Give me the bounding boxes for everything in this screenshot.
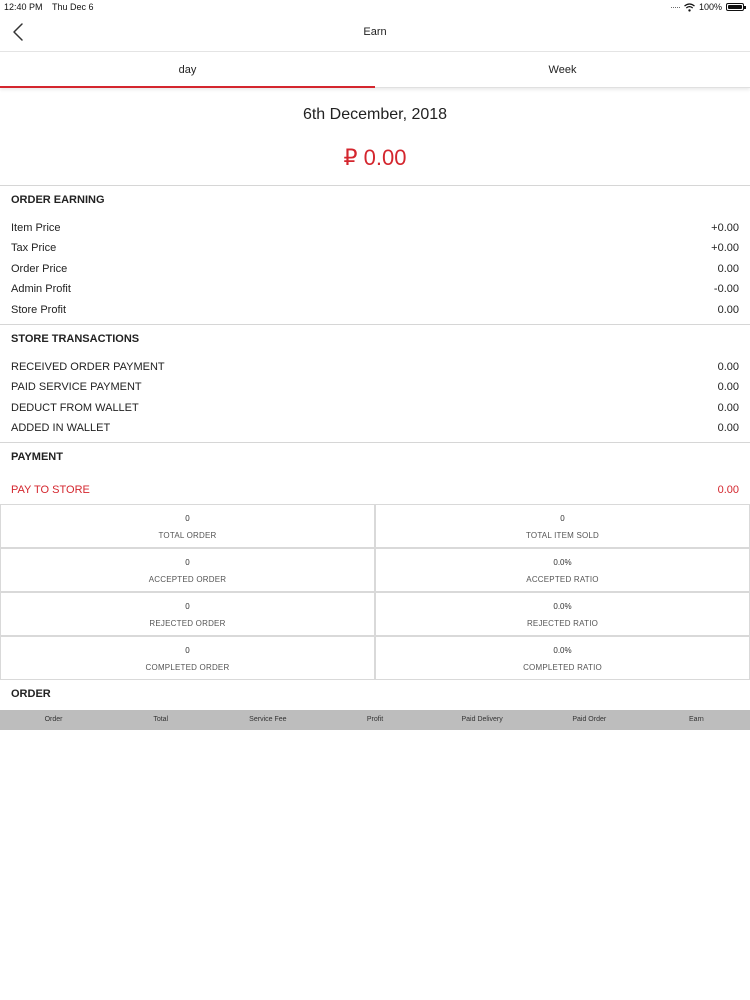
- row-added-in-wallet: ADDED IN WALLET 0.00: [0, 422, 750, 442]
- column-header-total: Total: [153, 716, 169, 723]
- stat-value: 0.0%: [553, 558, 572, 567]
- row-order-price: Order Price 0.00: [0, 263, 750, 283]
- row-store-profit: Store Profit 0.00: [0, 304, 750, 324]
- status-date: Thu Dec 6: [52, 2, 94, 12]
- column-header-service-fee: Service Fee: [249, 716, 287, 723]
- row-label: Order Price: [11, 263, 68, 275]
- stat-label: TOTAL ITEM SOLD: [525, 531, 600, 540]
- row-pay-to-store: PAY TO STORE 0.00: [0, 484, 750, 504]
- stat-value: 0.0%: [553, 602, 572, 611]
- row-value: 0.00: [717, 381, 739, 393]
- stat-label: TOTAL ORDER: [158, 531, 217, 540]
- status-time: 12:40 PM: [4, 2, 43, 12]
- section-title-order-earning: ORDER EARNING: [11, 194, 105, 206]
- stat-label: REJECTED ORDER: [149, 619, 226, 628]
- column-header-order: Order: [44, 716, 63, 723]
- row-value: 0.00: [717, 361, 739, 373]
- stat-accepted-ratio: 0.0% ACCEPTED RATIO: [375, 548, 750, 592]
- row-received-order-payment: RECEIVED ORDER PAYMENT 0.00: [0, 361, 750, 381]
- row-value: 0.00: [717, 263, 739, 275]
- stat-total-order: 0 TOTAL ORDER: [0, 504, 375, 548]
- stat-completed-order: 0 COMPLETED ORDER: [0, 636, 375, 680]
- signal-icon: ·····: [669, 2, 681, 12]
- order-table-header: Order Total Service Fee Profit Paid Deli…: [0, 710, 750, 730]
- stat-accepted-order: 0 ACCEPTED ORDER: [0, 548, 375, 592]
- column-header-paid-delivery: Paid Delivery: [461, 716, 503, 723]
- battery-icon: [726, 3, 746, 11]
- row-admin-profit: Admin Profit -0.00: [0, 283, 750, 303]
- row-label: Item Price: [11, 222, 61, 234]
- order-earning-section: ORDER EARNING Item Price +0.00 Tax Price…: [0, 185, 750, 325]
- tab-week[interactable]: Week: [375, 52, 750, 87]
- stat-label: COMPLETED ORDER: [145, 663, 230, 672]
- row-paid-service-payment: PAID SERVICE PAYMENT 0.00: [0, 381, 750, 401]
- section-title-store-transactions: STORE TRANSACTIONS: [11, 333, 140, 345]
- row-value: 0.00: [717, 422, 739, 434]
- column-header-paid-order: Paid Order: [572, 716, 607, 723]
- row-value: +0.00: [711, 242, 739, 254]
- row-label: RECEIVED ORDER PAYMENT: [11, 361, 165, 373]
- column-header-earn: Earn: [689, 716, 704, 723]
- tab-bar: day Week: [0, 52, 750, 88]
- status-bar: 12:40 PM Thu Dec 6 ····· 100%: [0, 0, 750, 16]
- section-title-payment: PAYMENT: [11, 451, 63, 463]
- column-header-profit: Profit: [366, 716, 384, 723]
- stat-value: 0: [185, 602, 190, 611]
- status-right: ····· 100%: [669, 2, 746, 12]
- stat-value: 0: [185, 646, 190, 655]
- stat-label: ACCEPTED RATIO: [526, 575, 599, 584]
- earning-date: 6th December, 2018: [302, 106, 448, 123]
- stat-completed-ratio: 0.0% COMPLETED RATIO: [375, 636, 750, 680]
- row-label: Store Profit: [11, 304, 67, 316]
- store-transactions-section: STORE TRANSACTIONS RECEIVED ORDER PAYMEN…: [0, 324, 750, 444]
- row-item-price: Item Price +0.00: [0, 222, 750, 242]
- row-label: Admin Profit: [11, 283, 71, 295]
- stat-label: REJECTED RATIO: [526, 619, 599, 628]
- row-deduct-from-wallet: DEDUCT FROM WALLET 0.00: [0, 402, 750, 422]
- stat-total-item-sold: 0 TOTAL ITEM SOLD: [375, 504, 750, 548]
- row-tax-price: Tax Price +0.00: [0, 242, 750, 262]
- stat-value: 0: [560, 514, 565, 523]
- row-value: 0.00: [717, 304, 739, 316]
- stat-rejected-order: 0 REJECTED ORDER: [0, 592, 375, 636]
- wifi-icon: [684, 2, 695, 12]
- stat-value: 0: [185, 558, 190, 567]
- row-label: PAID SERVICE PAYMENT: [11, 381, 142, 393]
- section-title-order: ORDER: [11, 688, 51, 700]
- stat-value: 0.0%: [553, 646, 572, 655]
- total-earning-amount: ₽ 0.00: [343, 145, 407, 170]
- pay-to-store-label: PAY TO STORE: [11, 484, 90, 496]
- row-label: Tax Price: [11, 242, 57, 254]
- tab-day[interactable]: day: [0, 52, 375, 88]
- row-label: ADDED IN WALLET: [11, 422, 111, 434]
- row-value: 0.00: [717, 402, 739, 414]
- page-title: Earn: [363, 26, 387, 38]
- stat-label: COMPLETED RATIO: [523, 663, 602, 672]
- stat-rejected-ratio: 0.0% REJECTED RATIO: [375, 592, 750, 636]
- pay-to-store-value: 0.00: [717, 484, 739, 496]
- row-label: DEDUCT FROM WALLET: [11, 402, 139, 414]
- row-value: -0.00: [713, 283, 739, 295]
- stat-label: ACCEPTED ORDER: [148, 575, 227, 584]
- stat-value: 0: [185, 514, 190, 523]
- row-value: +0.00: [711, 222, 739, 234]
- nav-bar: Earn: [0, 16, 750, 52]
- battery-percent: 100%: [698, 2, 722, 12]
- payment-section: PAYMENT PAY TO STORE 0.00: [0, 442, 750, 504]
